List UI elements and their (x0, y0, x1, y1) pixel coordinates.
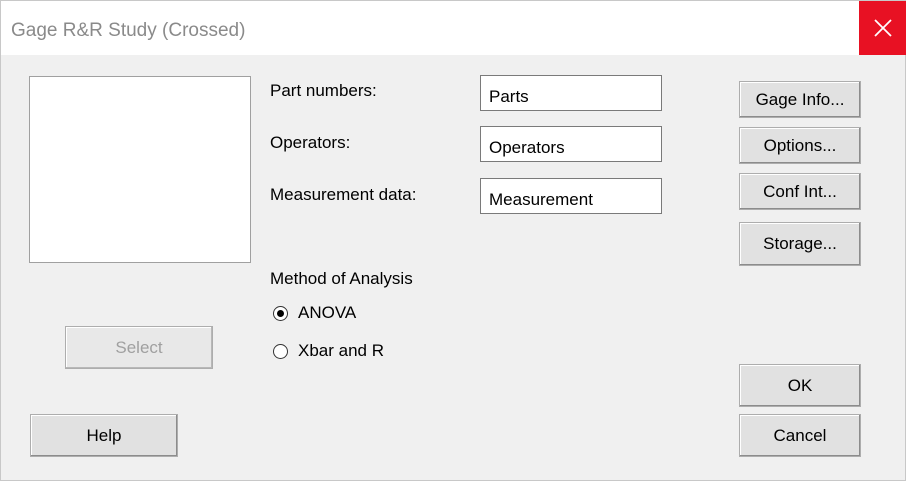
radio-button-unchecked[interactable] (273, 343, 288, 359)
gage-rr-dialog: Gage R&R Study (Crossed) Part numbers: O… (0, 0, 906, 481)
measurement-data-field[interactable] (480, 178, 662, 214)
part-numbers-field[interactable] (480, 75, 662, 111)
measurement-data-label: Measurement data: (270, 185, 417, 204)
variables-listbox[interactable] (29, 76, 251, 263)
gage-info-button[interactable]: Gage Info... (739, 81, 861, 118)
part-numbers-label: Part numbers: (270, 81, 377, 100)
operators-field[interactable] (480, 126, 662, 162)
help-button[interactable]: Help (30, 414, 178, 457)
radio-anova-label: ANOVA (298, 303, 357, 322)
window-title: Gage R&R Study (Crossed) (11, 20, 246, 41)
radio-anova[interactable]: ANOVA (273, 303, 356, 323)
conf-int-button[interactable]: Conf Int... (739, 173, 861, 210)
cancel-button[interactable]: Cancel (739, 414, 861, 457)
close-icon (874, 19, 892, 37)
title-bar: Gage R&R Study (Crossed) (1, 1, 906, 55)
radio-xbar-and-r[interactable]: Xbar and R (273, 341, 384, 361)
close-button[interactable] (859, 1, 906, 55)
options-button[interactable]: Options... (739, 127, 861, 164)
ok-button[interactable]: OK (739, 364, 861, 407)
storage-button[interactable]: Storage... (739, 222, 861, 266)
radio-button-checked[interactable] (273, 305, 288, 321)
radio-xbar-label: Xbar and R (298, 341, 384, 360)
operators-label: Operators: (270, 133, 351, 152)
method-of-analysis-heading: Method of Analysis (270, 269, 413, 288)
select-button[interactable]: Select (65, 326, 213, 369)
